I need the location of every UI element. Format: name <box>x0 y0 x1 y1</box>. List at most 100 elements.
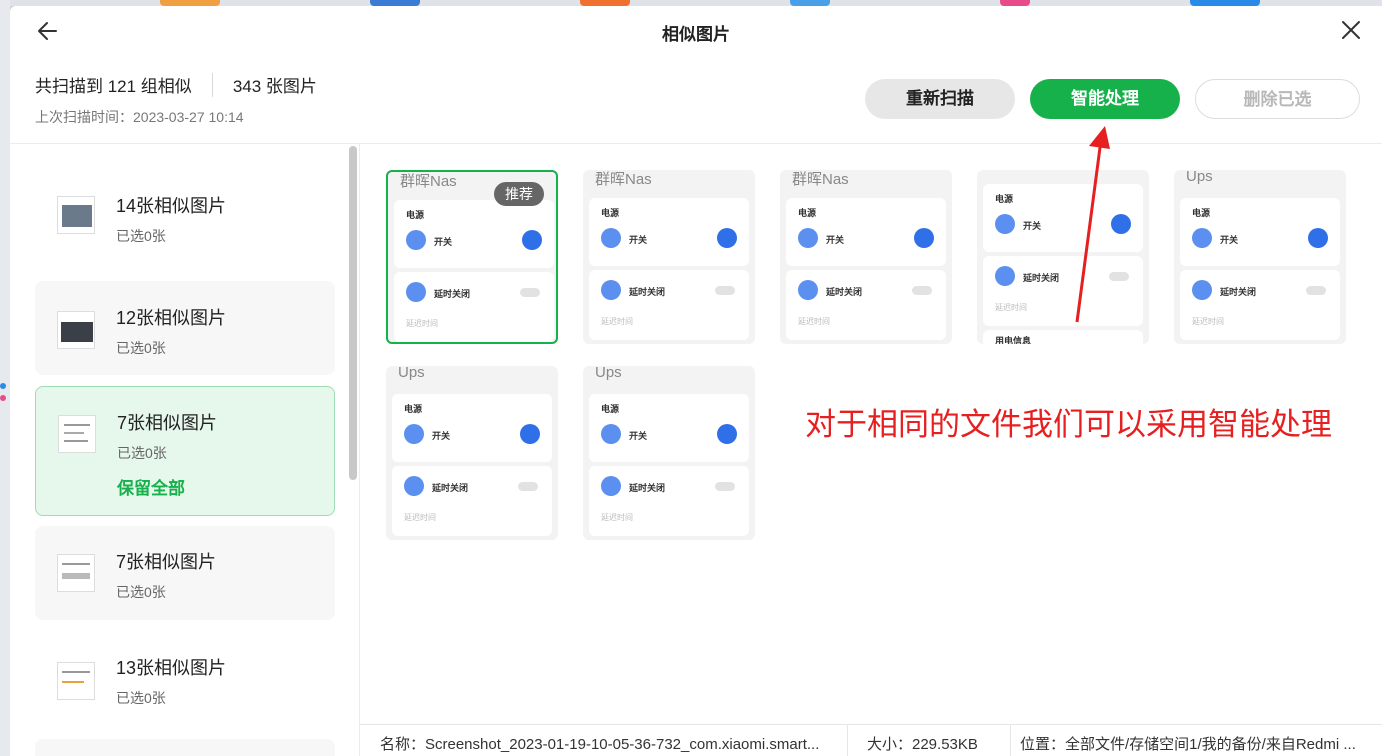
switch-label: 开关 <box>432 431 451 441</box>
power-icon <box>914 228 934 248</box>
delay-panel: 延时关闭 延迟时间 <box>394 272 554 342</box>
timer-icon <box>601 476 621 496</box>
group-thumbnail <box>57 662 95 700</box>
group-item[interactable]: 14张相似图片 已选0张 <box>35 166 335 261</box>
delay-toggle <box>520 288 540 297</box>
group-title: 14张相似图片 <box>116 196 227 216</box>
status-separator <box>847 725 848 756</box>
switch-icon <box>404 424 424 444</box>
close-button[interactable] <box>1338 17 1364 43</box>
timer-icon <box>995 266 1015 286</box>
image-card-selected[interactable]: 群晖Nas 电源 开关 延时关闭 延迟时间 用电信息 推荐 <box>386 170 558 344</box>
image-card[interactable]: 电源 开关 延时关闭 延迟时间 用电信息 <box>977 170 1149 344</box>
timer-icon <box>798 280 818 300</box>
file-location-text: 位置：全部文件/存储空间1/我的备份/来自Redmi ... <box>1020 736 1356 753</box>
delay-label: 延时关闭 <box>432 483 469 493</box>
delay-time-label: 延迟时间 <box>404 513 436 522</box>
power-panel: 电源 开关 <box>983 184 1143 252</box>
recommended-badge: 推荐 <box>494 182 544 206</box>
status-separator <box>1010 725 1011 756</box>
group-list[interactable]: 14张相似图片 已选0张 12张相似图片 已选0张 7张相似图片 已选0张 保留… <box>10 144 360 756</box>
keep-all-link[interactable]: 保留全部 <box>117 474 185 499</box>
sidebar-scrollbar[interactable] <box>349 146 357 480</box>
delay-time-label: 延迟时间 <box>1192 317 1224 326</box>
delete-selected-button[interactable]: 删除已选 <box>1195 79 1360 119</box>
card-top-label: 群晖Nas <box>595 171 652 188</box>
power-label: 电源 <box>601 404 620 414</box>
switch-icon <box>601 228 621 248</box>
summary-divider <box>211 72 213 97</box>
delay-toggle <box>912 286 932 295</box>
group-item[interactable]: 7张相似图片 已选0张 <box>35 526 335 620</box>
group-title: 12张相似图片 <box>116 308 227 328</box>
delay-panel: 延时关闭 延迟时间 <box>1180 270 1340 340</box>
group-item[interactable]: 12张相似图片 已选0张 <box>35 281 335 375</box>
image-card[interactable]: 群晖Nas 电源 开关 延时关闭 延迟时间 用电信息 <box>583 170 755 344</box>
delay-time-label: 延迟时间 <box>601 513 633 522</box>
power-label: 电源 <box>798 208 817 218</box>
group-selected-count: 已选0张 <box>116 228 166 244</box>
file-name-text: 名称：Screenshot_2023-01-19-10-05-36-732_co… <box>380 736 820 753</box>
dialog-title: 相似图片 <box>662 25 730 44</box>
card-top-label: Ups <box>1186 170 1213 185</box>
delay-label: 延时关闭 <box>1220 287 1257 297</box>
groups-count-text: 共扫描到 121 组相似 <box>35 77 192 96</box>
switch-icon <box>995 214 1015 234</box>
power-label: 电源 <box>601 208 620 218</box>
power-icon <box>522 230 542 250</box>
group-thumbnail <box>57 196 95 234</box>
image-card[interactable]: Ups 电源 开关 延时关闭 延迟时间 用电信息 <box>583 366 755 540</box>
power-info-label: 用电信息 <box>995 336 1032 344</box>
group-item[interactable] <box>35 739 335 756</box>
switch-label: 开关 <box>629 431 648 441</box>
group-selected-count: 已选0张 <box>116 584 166 600</box>
images-count-text: 343 张图片 <box>232 77 317 96</box>
power-panel: 电源 开关 <box>786 198 946 266</box>
switch-icon <box>406 230 426 250</box>
delay-panel: 延时关闭 延迟时间 <box>589 270 749 340</box>
delay-toggle <box>715 482 735 491</box>
switch-label: 开关 <box>434 237 453 247</box>
delay-time-label: 延迟时间 <box>995 303 1027 312</box>
similar-images-dialog: 相似图片 共扫描到 121 组相似 343 张图片 上次扫描时间：2023-03… <box>10 6 1382 756</box>
smart-process-button[interactable]: 智能处理 <box>1030 79 1180 119</box>
delay-toggle <box>715 286 735 295</box>
group-thumbnail <box>57 554 95 592</box>
group-title: 7张相似图片 <box>116 552 217 572</box>
power-panel: 电源 开关 <box>589 198 749 266</box>
timer-icon <box>601 280 621 300</box>
power-info-panel: 用电信息 <box>983 330 1143 344</box>
power-label: 电源 <box>995 194 1014 204</box>
delay-time-label: 延迟时间 <box>798 317 830 326</box>
power-panel: 电源 开关 <box>589 394 749 462</box>
switch-label: 开关 <box>1023 221 1042 231</box>
delay-label: 延时关闭 <box>434 289 471 299</box>
power-panel: 电源 开关 <box>1180 198 1340 266</box>
power-label: 电源 <box>1192 208 1211 218</box>
power-panel: 电源 开关 <box>394 200 554 268</box>
image-card[interactable]: Ups 电源 开关 延时关闭 延迟时间 用电信息 <box>386 366 558 540</box>
image-card[interactable]: Ups 电源 开关 延时关闭 延迟时间 用电信息 <box>1174 170 1346 344</box>
card-top-label: 群晖Nas <box>792 171 849 188</box>
switch-label: 开关 <box>826 235 845 245</box>
group-item-active[interactable]: 7张相似图片 已选0张 保留全部 <box>35 386 335 516</box>
file-size-text: 大小：229.53KB <box>867 736 978 753</box>
delay-label: 延时关闭 <box>826 287 863 297</box>
group-selected-count: 已选0张 <box>116 690 166 706</box>
delay-panel: 延时关闭 延迟时间 <box>589 466 749 536</box>
timer-icon <box>1192 280 1212 300</box>
annotation-arrow-icon <box>1075 126 1110 323</box>
status-bar: 名称：Screenshot_2023-01-19-10-05-36-732_co… <box>360 724 1382 756</box>
switch-label: 开关 <box>629 235 648 245</box>
delay-label: 延时关闭 <box>629 483 666 493</box>
scan-summary: 共扫描到 121 组相似 343 张图片 <box>35 72 317 97</box>
group-thumbnail <box>57 311 95 349</box>
delay-time-label: 延迟时间 <box>406 319 438 328</box>
power-icon <box>717 424 737 444</box>
switch-icon <box>798 228 818 248</box>
desktop-left-edge <box>0 0 10 756</box>
image-card[interactable]: 群晖Nas 电源 开关 延时关闭 延迟时间 用电信息 <box>780 170 952 344</box>
group-item[interactable]: 13张相似图片 已选0张 <box>35 634 335 729</box>
rescan-button[interactable]: 重新扫描 <box>865 79 1015 119</box>
desktop-dot <box>0 395 6 401</box>
